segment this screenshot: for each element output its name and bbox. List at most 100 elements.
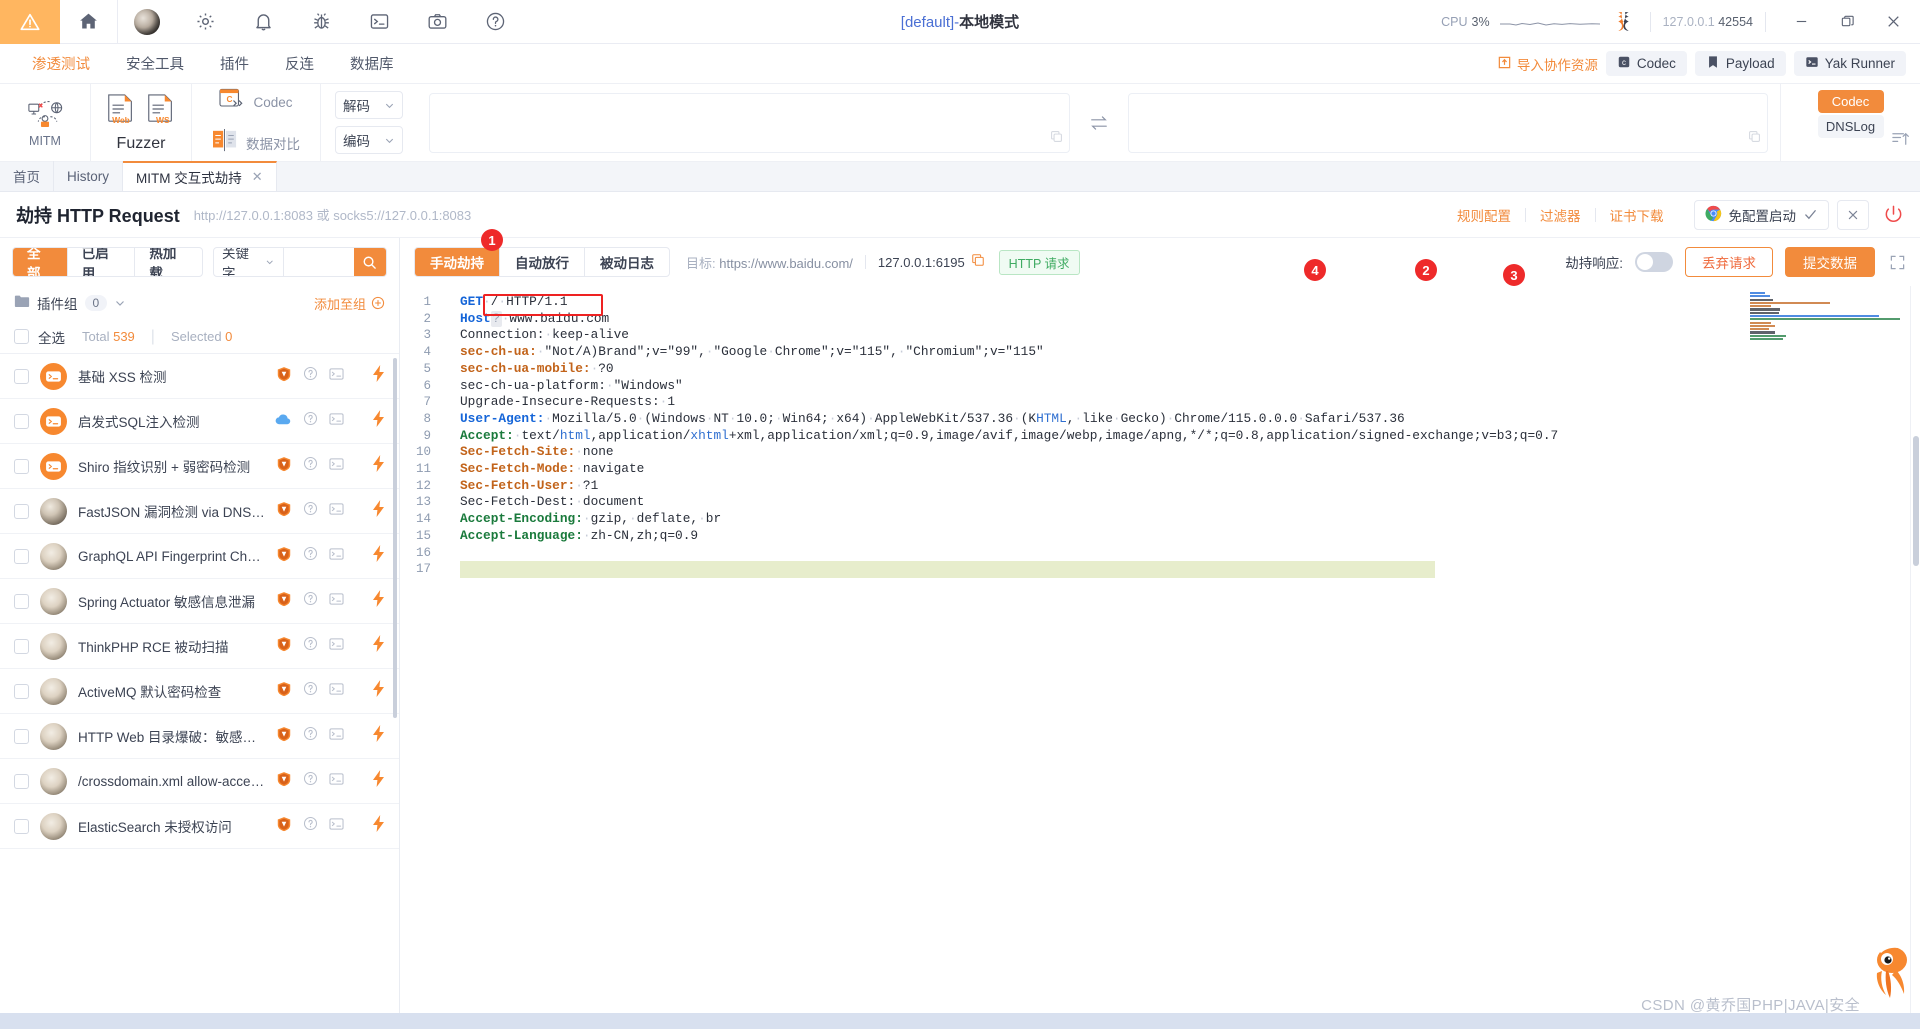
plugin-checkbox[interactable] [14,593,29,609]
search-button[interactable] [353,248,386,276]
code-line[interactable]: Accept-Language:·zh-CN,zh;q=0.9 [460,528,1750,545]
codec-output-box[interactable] [1127,92,1768,153]
close-session-button[interactable] [1837,199,1869,230]
terminal-icon[interactable] [329,547,344,566]
bell-icon[interactable] [234,0,292,44]
segment-hotload[interactable]: 热加载 [135,248,202,276]
plugin-row[interactable]: ActiveMQ 默认密码检查 [0,669,399,714]
menu-item-security-tools[interactable]: 安全工具 [108,53,202,74]
help-icon[interactable] [303,411,318,431]
terminal-icon[interactable] [329,367,344,386]
cert-download-link[interactable]: 证书下载 [1596,205,1678,225]
editor-code[interactable]: GET·/·HTTP/1.1 Host? ·www.baidu.com Connect… [440,286,1750,1013]
page-tab-history[interactable]: History [54,161,124,191]
yak-runner-pill-button[interactable]: Yak Runner [1793,51,1906,76]
code-line[interactable] [460,545,1750,562]
code-line[interactable] [460,561,1750,578]
help-icon[interactable] [466,0,524,44]
code-line[interactable]: Host? ·www.baidu.com [460,310,1750,328]
copy-icon[interactable] [971,253,985,272]
copy-icon[interactable] [1748,130,1761,148]
menu-item-database[interactable]: 数据库 [332,53,412,74]
avatar[interactable] [118,0,176,44]
code-line[interactable]: GET·/·HTTP/1.1 [460,294,1750,311]
sort-up-icon[interactable] [1891,129,1910,153]
fuzzer-web-icon[interactable]: Web [105,92,137,131]
plugin-row[interactable]: 基础 XSS 检测 [0,354,399,399]
shield-icon[interactable] [276,456,292,477]
search-input[interactable] [283,248,354,276]
terminal-icon[interactable] [350,0,408,44]
page-tab-mitm[interactable]: MITM 交互式劫持 ✕ [123,161,277,191]
plugin-row[interactable]: FastJSON 漏洞检测 via DNSLog [0,489,399,534]
shield-icon[interactable] [276,501,292,522]
close-icon[interactable]: ✕ [252,169,263,185]
run-plugin-icon[interactable] [371,409,387,433]
copy-icon[interactable] [1050,130,1063,148]
close-button[interactable] [1870,0,1916,44]
code-line[interactable]: Sec-Fetch-Mode:·navigate [460,461,1750,478]
power-icon[interactable] [1883,204,1904,225]
shield-icon[interactable] [276,366,292,387]
hijack-response-toggle[interactable] [1635,252,1673,272]
segment-all[interactable]: 全部 [13,248,68,276]
help-icon[interactable] [303,681,318,701]
plugin-row[interactable]: 启发式SQL注入检测 [0,399,399,444]
minimize-button[interactable] [1778,0,1824,44]
menu-item-pentest[interactable]: 渗透测试 [14,53,108,74]
terminal-icon[interactable] [329,772,344,791]
page-tab-home[interactable]: 首页 [0,161,54,191]
plugin-list[interactable]: 基础 XSS 检测 启发式SQL注入检测 Shiro 指纹识别 + 弱密码检测 Fas… [0,354,399,1013]
shield-icon[interactable] [276,591,292,612]
import-resource-button[interactable]: 导入协作资源 [1497,54,1598,74]
plugin-row[interactable]: Spring Actuator 敏感信息泄漏 [0,579,399,624]
code-line[interactable]: Accept-Encoding:·gzip,·deflate,·br [460,511,1750,528]
tab-manual-hijack[interactable]: 手动劫持 [415,248,500,276]
maximize-button[interactable] [1824,0,1870,44]
run-plugin-icon[interactable] [371,679,387,703]
run-plugin-icon[interactable] [371,769,387,793]
code-line[interactable]: Connection:·keep-alive [460,327,1750,344]
plugin-checkbox[interactable] [14,683,29,699]
swap-icon[interactable] [1084,113,1114,133]
plugin-row[interactable]: ThinkPHP RCE 被动扫描 [0,624,399,669]
fuzzer-ws-icon[interactable]: WS [145,92,177,131]
code-line[interactable]: sec-ch-ua-platform:·"Windows" [460,378,1750,395]
request-editor[interactable]: 1 2 3 4 5 6 7 8 9 10 11 12 13 14 15 16 17 GET·/·HTTP/1.1… [400,286,1920,1013]
editor-minimap[interactable] [1750,286,1910,1013]
terminal-icon[interactable] [329,457,344,476]
code-line[interactable]: Accept:·text/html,application/xhtml+xml,… [460,428,1750,445]
plugin-checkbox[interactable] [14,728,29,744]
terminal-icon[interactable] [329,727,344,746]
run-plugin-icon[interactable] [371,589,387,613]
scrollbar-thumb[interactable] [1913,436,1919,566]
shield-icon[interactable] [276,681,292,702]
code-line[interactable]: Upgrade-Insecure-Requests:·1 [460,394,1750,411]
warning-triangle-icon[interactable] [0,0,60,44]
decode-select[interactable]: 解码 [335,91,403,119]
terminal-icon[interactable] [329,637,344,656]
payload-pill-button[interactable]: Payload [1694,51,1786,76]
help-icon[interactable] [303,366,318,386]
help-icon[interactable] [303,726,318,746]
tab-auto-forward[interactable]: 自动放行 [500,248,585,276]
menu-item-plugins[interactable]: 插件 [202,53,267,74]
code-line[interactable]: Sec-Fetch-Dest:·document [460,494,1750,511]
run-plugin-icon[interactable] [371,634,387,658]
cloud-icon[interactable] [275,412,292,431]
data-compare-button[interactable]: 数据对比 [206,124,306,163]
code-line[interactable]: Sec-Fetch-Site:·none [460,444,1750,461]
terminal-icon[interactable] [329,817,344,836]
shield-icon[interactable] [276,546,292,567]
terminal-icon[interactable] [329,592,344,611]
chrome-launch-button[interactable]: 免配置启动 [1693,199,1829,230]
shield-icon[interactable] [276,771,292,792]
plugin-checkbox[interactable] [14,548,29,564]
submit-data-button[interactable]: 提交数据 [1785,247,1875,277]
run-plugin-icon[interactable] [371,454,387,478]
run-plugin-icon[interactable] [371,724,387,748]
plugin-row[interactable]: HTTP Web 目录爆破：敏感中... [0,714,399,759]
keyword-select[interactable]: 关键字 [214,248,284,276]
rules-config-link[interactable]: 规则配置 [1443,205,1525,225]
help-icon[interactable] [303,501,318,521]
